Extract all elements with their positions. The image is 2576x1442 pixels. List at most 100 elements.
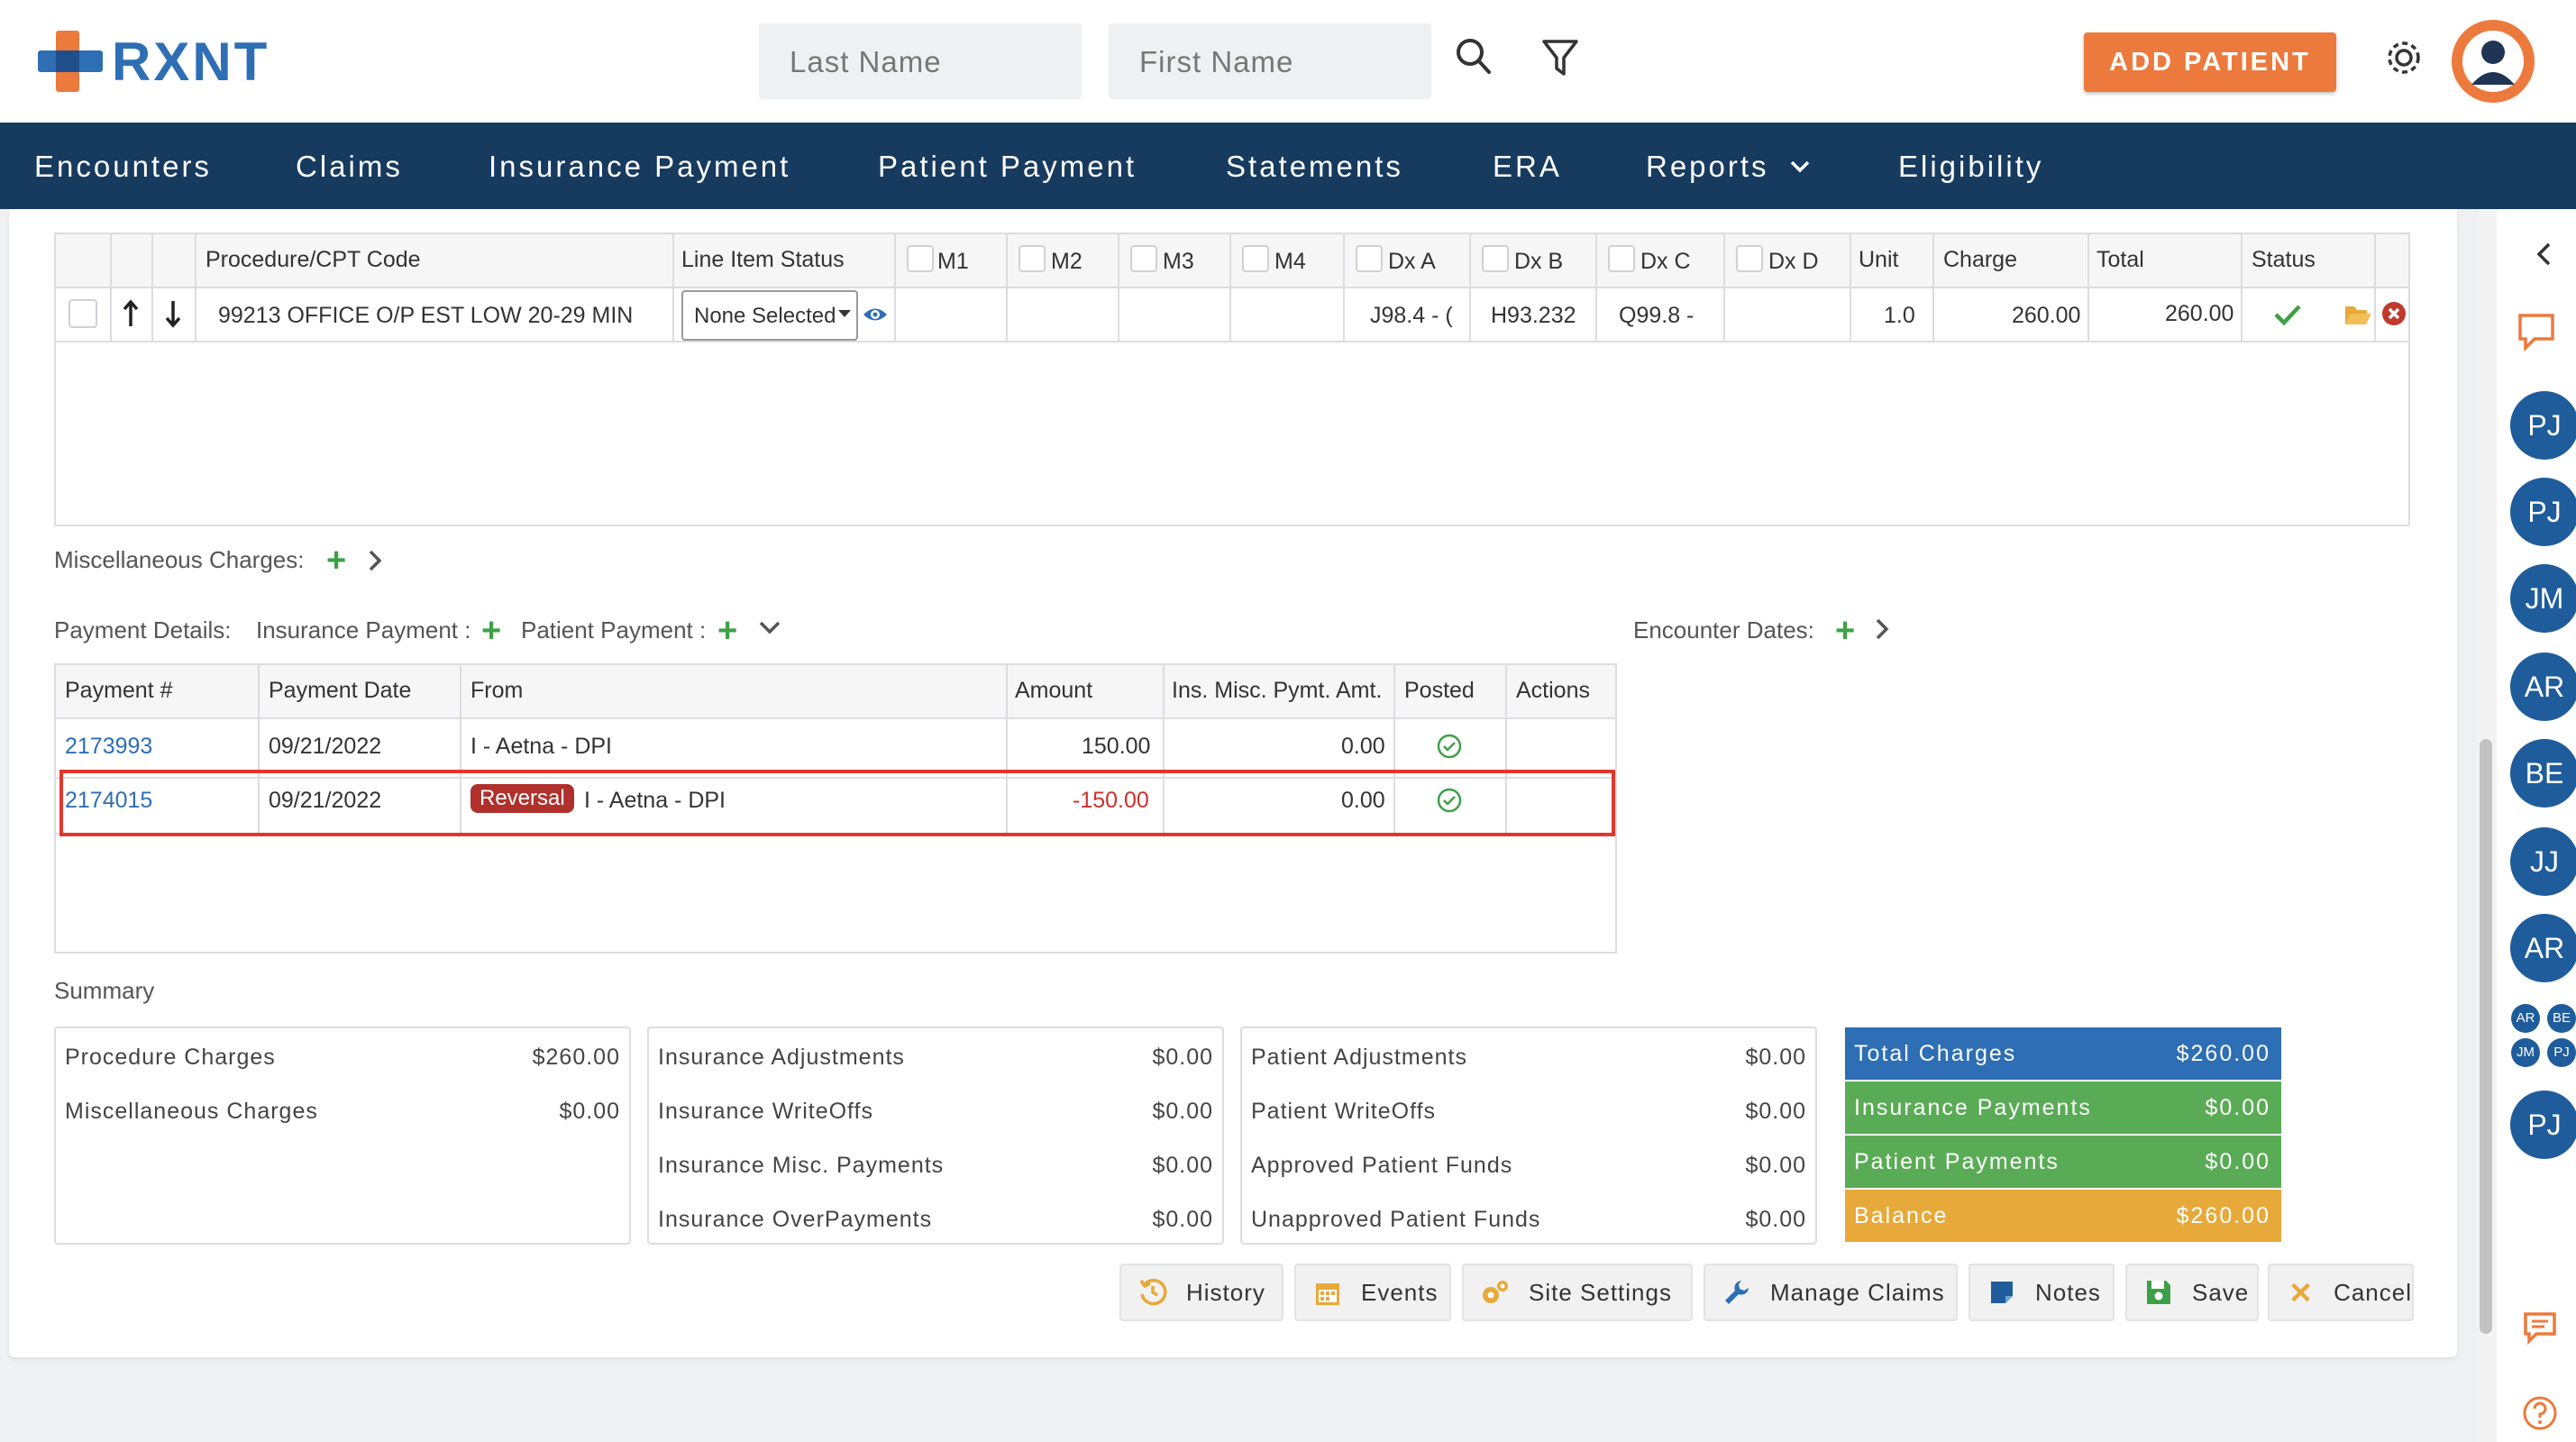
collapse-chevron-icon[interactable] [2533, 240, 2556, 269]
nav-era[interactable]: ERA [1493, 150, 1562, 184]
col-m4: M4 [1274, 249, 1306, 274]
unit-value[interactable]: 1.0 [1884, 303, 1915, 329]
payment-number-link[interactable]: 2174015 [65, 788, 152, 814]
rxnt-logo[interactable]: RXNT [36, 25, 269, 97]
payment-grid: Payment # Payment Date From Amount Ins. … [54, 663, 1617, 954]
group-pill[interactable]: JM [2511, 1038, 2540, 1067]
user-pill[interactable]: JM [2510, 564, 2576, 633]
move-down-icon[interactable] [163, 297, 183, 330]
history-button[interactable]: History [1119, 1264, 1283, 1321]
dx-b-value[interactable]: H93.232 [1491, 303, 1576, 329]
user-pill[interactable]: AR [2510, 653, 2576, 721]
chevron-right-icon[interactable] [1873, 616, 1891, 642]
line-item-status-value: None Selected [694, 304, 836, 328]
insurance-payments-bar: Insurance Payments $0.00 [1845, 1082, 2281, 1134]
first-name-search-input[interactable]: First Name [1109, 23, 1431, 99]
payment-details-label: Payment Details: [54, 616, 232, 643]
summary-row: Unapproved Patient Funds $0.00 [1251, 1207, 1806, 1232]
patient-payment-label: Patient Payment : [521, 616, 707, 643]
payment-number-link[interactable]: 2173993 [65, 734, 152, 760]
folder-open-icon[interactable] [2343, 303, 2372, 326]
nav-reports[interactable]: Reports [1646, 150, 1769, 184]
note-icon [1991, 1282, 2013, 1303]
m2-checkbox[interactable] [1019, 245, 1046, 272]
chevron-down-icon[interactable] [1788, 159, 1812, 175]
dxd-checkbox[interactable] [1736, 245, 1763, 272]
cancel-button[interactable]: Cancel [2268, 1264, 2414, 1321]
move-up-icon[interactable] [121, 297, 141, 330]
group-pill[interactable]: PJ [2547, 1038, 2576, 1067]
col-total: Total [2096, 247, 2144, 272]
add-patient-button[interactable]: ADD PATIENT [2084, 32, 2336, 92]
gear-icon[interactable] [2383, 34, 2425, 81]
group-pill[interactable]: AR [2511, 1004, 2540, 1033]
charge-value[interactable]: 260.00 [2012, 303, 2080, 329]
m3-checkbox[interactable] [1130, 245, 1157, 272]
message-icon[interactable] [2522, 1310, 2558, 1345]
user-pill[interactable]: PJ [2510, 478, 2576, 546]
dx-a-value[interactable]: J98.4 - ( [1370, 303, 1453, 329]
manage-claims-button[interactable]: Manage Claims [1704, 1264, 1958, 1321]
user-pill[interactable]: JJ [2510, 827, 2576, 896]
chevron-down-icon[interactable] [757, 618, 782, 638]
col-charge: Charge [1943, 247, 2017, 272]
dxa-checkbox[interactable] [1356, 245, 1383, 272]
site-settings-button[interactable]: Site Settings [1462, 1264, 1693, 1321]
events-button[interactable]: Events [1294, 1264, 1451, 1321]
user-pill[interactable]: BE [2510, 739, 2576, 808]
col-ins-misc: Ins. Misc. Pymt. Amt. [1172, 678, 1383, 703]
user-pill[interactable]: PJ [2510, 391, 2576, 460]
scrollbar-thumb[interactable] [2480, 739, 2492, 1334]
col-line-item-status: Line Item Status [681, 247, 845, 272]
save-button[interactable]: Save [2125, 1264, 2259, 1321]
nav-eligibility[interactable]: Eligibility [1898, 150, 2043, 184]
search-icon[interactable] [1453, 34, 1494, 81]
col-payment-date: Payment Date [269, 678, 412, 703]
m4-checkbox[interactable] [1242, 245, 1269, 272]
balance-bar: Balance $260.00 [1845, 1190, 2281, 1242]
line-item-status-select[interactable]: None Selected [681, 290, 858, 341]
col-status: Status [2252, 247, 2316, 272]
nav-patient-payment[interactable]: Patient Payment [878, 150, 1137, 184]
summary-row: Insurance Misc. Payments $0.00 [658, 1153, 1213, 1178]
filter-icon[interactable] [1539, 34, 1581, 81]
summary-patient-box: Patient Adjustments $0.00 Patient WriteOf… [1240, 1027, 1817, 1245]
main-nav: Encounters Claims Insurance Payment Pati… [0, 123, 2576, 209]
payment-date-value: 09/21/2022 [269, 734, 382, 759]
nav-statements[interactable]: Statements [1226, 150, 1403, 184]
user-pill[interactable]: AR [2510, 914, 2576, 982]
total-charges-bar: Total Charges $260.00 [1845, 1027, 2281, 1080]
dx-c-value[interactable]: Q99.8 - [1619, 303, 1694, 329]
eye-icon[interactable] [862, 305, 889, 324]
nav-claims[interactable]: Claims [296, 150, 403, 184]
remove-icon[interactable] [2381, 301, 2407, 326]
col-dx-a: Dx A [1388, 249, 1436, 274]
row-select-checkbox[interactable] [69, 299, 97, 328]
summary-row: Patient Adjustments $0.00 [1251, 1045, 1806, 1070]
group-pill[interactable]: BE [2547, 1004, 2576, 1033]
col-dx-b: Dx B [1514, 249, 1564, 274]
col-dx-d: Dx D [1768, 249, 1819, 274]
user-pill[interactable]: PJ [2510, 1091, 2576, 1159]
dxb-checkbox[interactable] [1482, 245, 1509, 272]
add-misc-charge-icon[interactable]: + [326, 543, 346, 578]
notes-button[interactable]: Notes [1969, 1264, 2115, 1321]
posted-check-icon [1437, 734, 1462, 759]
encounter-panel: Procedure/CPT Code Line Item Status M1 M… [9, 209, 2457, 1357]
payment-date-value: 09/21/2022 [269, 788, 382, 813]
nav-encounters[interactable]: Encounters [34, 150, 212, 184]
chevron-right-icon[interactable] [366, 548, 384, 573]
nav-insurance-payment[interactable]: Insurance Payment [489, 150, 790, 184]
procedure-code-value[interactable]: 99213 OFFICE O/P EST LOW 20-29 MIN [218, 303, 633, 329]
m1-checkbox[interactable] [907, 245, 934, 272]
summary-insurance-box: Insurance Adjustments $0.00 Insurance Wri… [647, 1027, 1224, 1245]
add-insurance-payment-icon[interactable]: + [481, 614, 501, 648]
user-avatar[interactable] [2452, 20, 2535, 103]
add-encounter-date-icon[interactable]: + [1835, 614, 1855, 648]
chat-bubbles-icon[interactable] [2517, 312, 2562, 353]
summary-row: Approved Patient Funds $0.00 [1251, 1153, 1806, 1178]
last-name-search-input[interactable]: Last Name [759, 23, 1082, 99]
add-patient-payment-icon[interactable]: + [717, 614, 737, 648]
dxc-checkbox[interactable] [1608, 245, 1635, 272]
help-icon[interactable] [2522, 1395, 2558, 1431]
